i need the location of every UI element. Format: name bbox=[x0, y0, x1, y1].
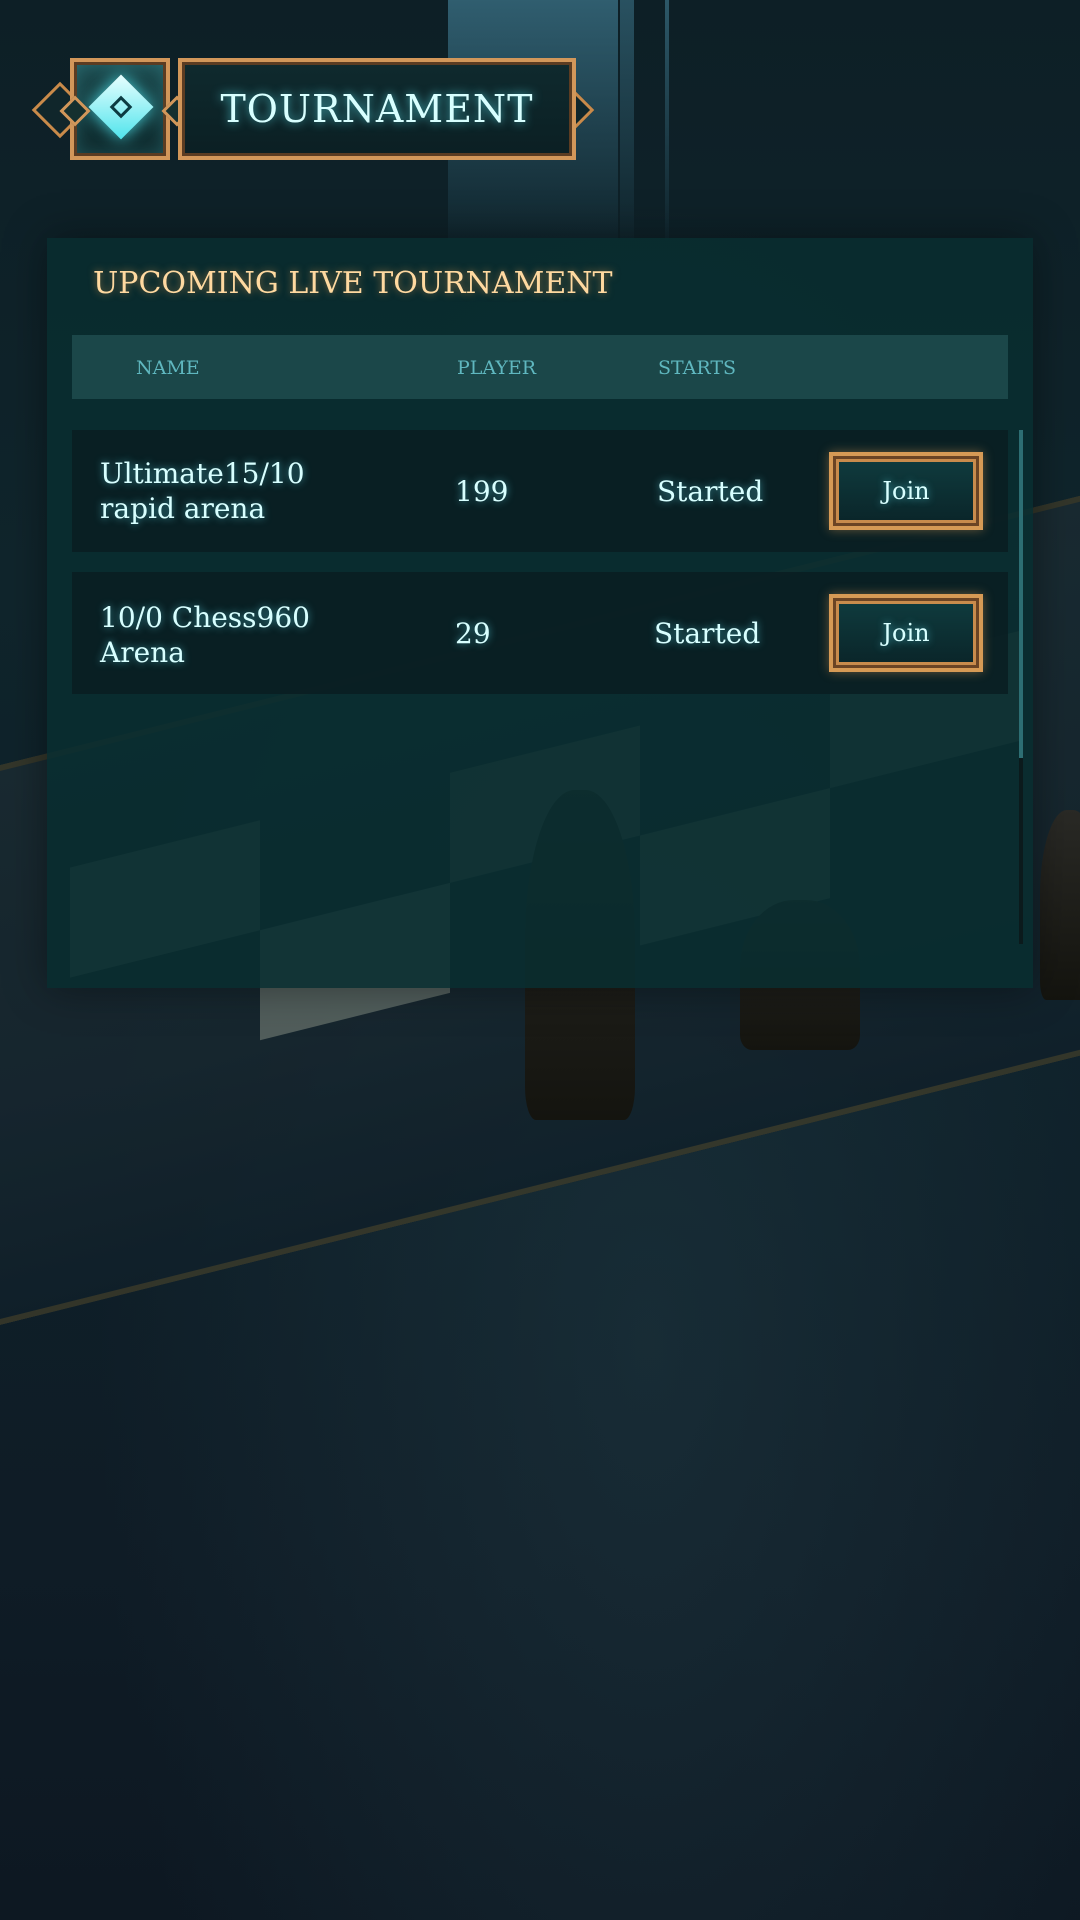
panel-heading: UPCOMING LIVE TOURNAMENT bbox=[93, 266, 613, 301]
start-status: Started bbox=[657, 475, 764, 508]
tournament-logo-icon bbox=[88, 74, 154, 140]
table-row: Ultimate15/10 rapid arena 199 Started Jo… bbox=[72, 430, 1008, 552]
tournament-panel: UPCOMING LIVE TOURNAMENT NAME PLAYER STA… bbox=[47, 238, 1033, 988]
header-bar: TOURNAMENT bbox=[31, 58, 595, 164]
tournament-name: 10/0 Chess960 Arena bbox=[100, 600, 310, 670]
light-beam bbox=[620, 0, 634, 240]
table-row: 10/0 Chess960 Arena 29 Started Join bbox=[72, 572, 1008, 694]
start-status: Started bbox=[654, 617, 761, 650]
join-button[interactable]: Join bbox=[829, 594, 983, 672]
scrollbar-track[interactable] bbox=[1019, 430, 1023, 944]
pawn-piece bbox=[1040, 810, 1080, 1000]
tournament-name-line: rapid arena bbox=[100, 492, 266, 525]
tournament-name: Ultimate15/10 rapid arena bbox=[100, 456, 305, 526]
column-header-player: PLAYER bbox=[457, 357, 537, 379]
scrollbar-thumb[interactable] bbox=[1019, 430, 1023, 758]
tournament-name-line: Ultimate15/10 bbox=[100, 457, 305, 490]
column-header-starts: STARTS bbox=[658, 357, 737, 379]
player-count: 199 bbox=[455, 475, 509, 508]
player-count: 29 bbox=[455, 617, 491, 650]
join-button[interactable]: Join bbox=[829, 452, 983, 530]
tournament-name-line: 10/0 Chess960 bbox=[100, 601, 310, 634]
light-beam bbox=[665, 0, 669, 240]
page-title: TOURNAMENT bbox=[220, 87, 534, 131]
tournament-name-line: Arena bbox=[100, 636, 185, 669]
column-header-name: NAME bbox=[136, 357, 200, 379]
table-header: NAME PLAYER STARTS bbox=[72, 335, 1008, 399]
title-frame: TOURNAMENT bbox=[178, 58, 576, 160]
